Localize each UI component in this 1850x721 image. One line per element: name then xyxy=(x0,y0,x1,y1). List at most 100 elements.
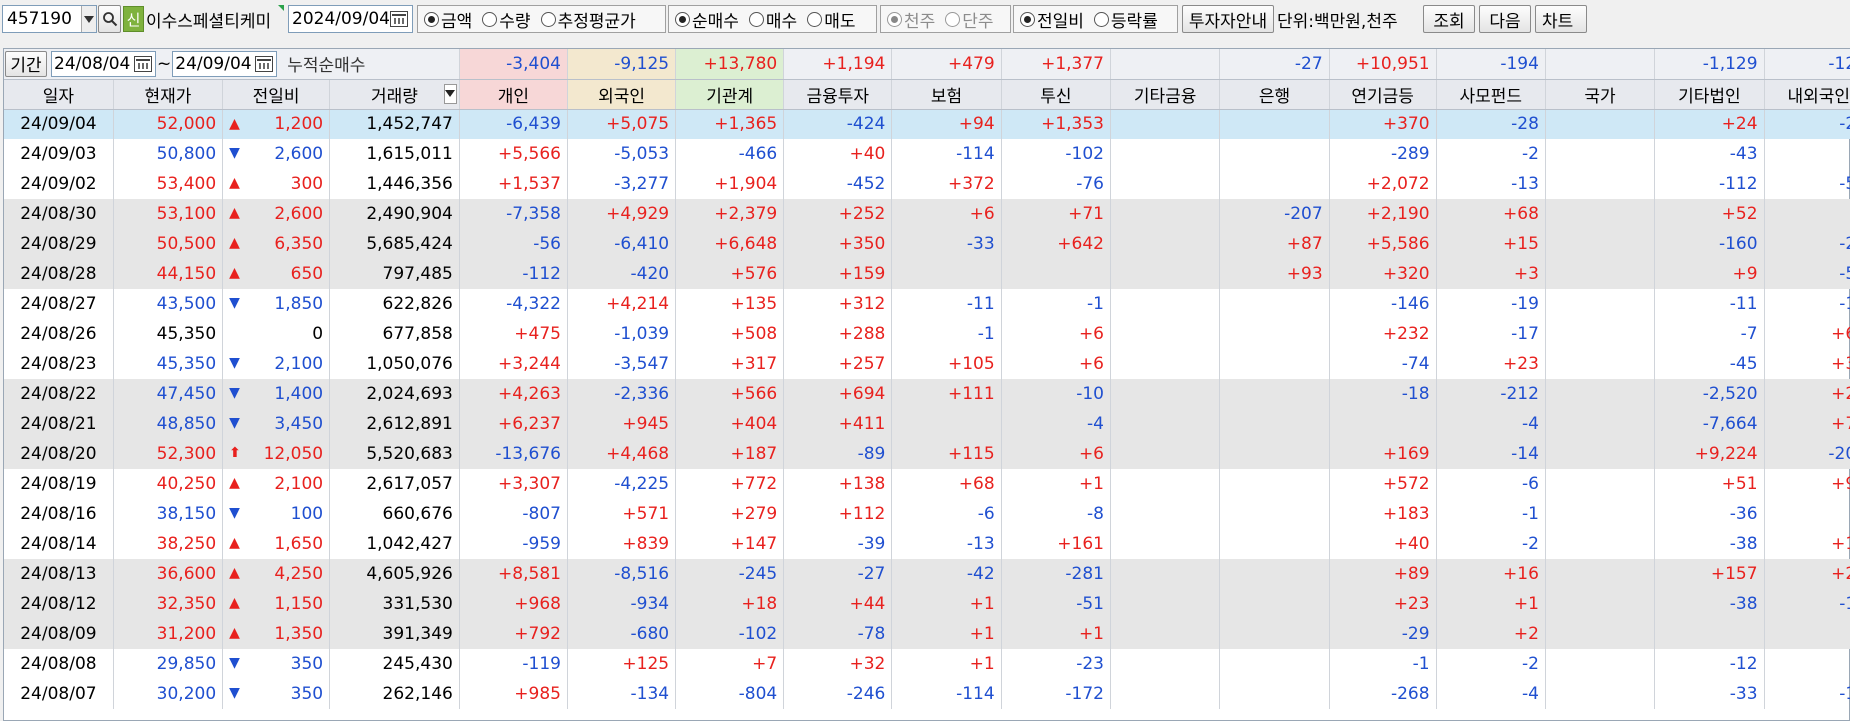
table-row[interactable]: 24/08/14 38,250 ▲ 1,650 1,042,427 -959 +839 +14… xyxy=(4,529,1850,559)
investor-value-cell xyxy=(891,259,1002,289)
code-dropdown-icon[interactable] xyxy=(81,6,96,32)
period-to-input[interactable]: 24/09/04 xyxy=(172,50,278,77)
column-header[interactable]: 외국인 xyxy=(567,78,677,110)
table-row[interactable]: 24/08/21 48,850 ▼ 3,450 2,612,891 +6,237 +945 +… xyxy=(4,409,1850,439)
radio-prev-diff[interactable]: 전일비 xyxy=(1020,7,1084,32)
table-row[interactable]: 24/09/04 52,000 ▲ 1,200 1,452,747 -6,439 +5,07… xyxy=(4,109,1850,139)
investor-value-cell: +6 xyxy=(891,199,1002,229)
radio-estimated-avg[interactable]: 추정평균가 xyxy=(540,7,636,32)
investor-guide-button[interactable]: 투자자안내 xyxy=(1182,5,1274,33)
investor-value-cell xyxy=(1219,379,1330,409)
radio-label: 단주 xyxy=(962,11,994,32)
next-button[interactable]: 다음 xyxy=(1479,5,1531,33)
table-row[interactable]: 24/09/02 53,400 ▲ 300 1,446,356 +1,537 -3,277 +… xyxy=(4,169,1850,199)
investor-value-cell xyxy=(1110,499,1221,529)
radio-change-rate[interactable]: 등락률 xyxy=(1093,7,1158,32)
column-header[interactable]: 기타금융 xyxy=(1110,78,1221,110)
table-row[interactable]: 24/08/16 38,150 ▼ 100 660,676 -807 +571 +279 +11… xyxy=(4,499,1850,529)
column-header[interactable]: 현재가 xyxy=(113,78,224,110)
column-header[interactable]: 은행 xyxy=(1219,78,1330,110)
investor-value-cell: -424 xyxy=(783,109,893,139)
change-cell: ▲ 1,200 xyxy=(222,109,331,139)
volume-cell: 2,024,693 xyxy=(329,379,460,409)
calendar-icon[interactable] xyxy=(255,55,274,72)
radio-quantity[interactable]: 수량 xyxy=(482,7,531,32)
calendar-icon[interactable] xyxy=(134,55,152,72)
table-row[interactable]: 24/08/30 53,100 ▲ 2,600 2,490,904 -7,358 +4,92… xyxy=(4,199,1850,229)
column-header[interactable]: 연기금등 xyxy=(1329,78,1437,110)
investor-value-cell xyxy=(1219,409,1330,439)
table-row[interactable]: 24/08/27 43,500 ▼ 1,850 622,826 -4,322 +4,214 +… xyxy=(4,289,1850,319)
volume-dropdown-icon[interactable] xyxy=(443,83,457,104)
column-header[interactable]: 일자 xyxy=(4,78,114,110)
calendar-icon[interactable] xyxy=(390,11,408,27)
column-header[interactable]: 전일비 xyxy=(222,78,331,110)
column-header-label: 내외국인 xyxy=(1787,86,1850,107)
table-row[interactable]: 24/08/20 52,300 ⬆ 12,050 5,520,683 -13,676 +4,… xyxy=(4,439,1850,469)
radio-label: 순매수 xyxy=(692,11,739,32)
table-row[interactable]: 24/08/22 47,450 ▼ 1,400 2,024,693 +4,263 -2,33… xyxy=(4,379,1850,409)
column-header[interactable]: 사모펀드 xyxy=(1436,78,1546,110)
investor-value-cell: +9,224 xyxy=(1654,439,1765,469)
investor-value-cell: -172 xyxy=(1001,679,1112,709)
investor-value-cell: +94 xyxy=(1764,469,1850,499)
radio-net-buy[interactable]: 순매수 xyxy=(675,7,739,32)
column-header[interactable]: 거래량 xyxy=(329,78,460,110)
investor-value-cell: +187 xyxy=(675,439,785,469)
investor-value-cell: +157 xyxy=(1654,559,1765,589)
radio-thousand-shares[interactable]: 천주 xyxy=(887,7,935,32)
column-header[interactable]: 내외국인 xyxy=(1764,78,1850,110)
column-header[interactable]: 보험 xyxy=(891,78,1002,110)
radio-single-shares[interactable]: 단주 xyxy=(945,7,994,32)
stock-code-input[interactable]: 457190 xyxy=(2,5,97,33)
investor-value-cell: +169 xyxy=(1329,439,1437,469)
change-value: 12,050 xyxy=(263,444,324,464)
date-cell: 24/08/16 xyxy=(4,499,114,529)
investor-value-cell: -112 xyxy=(1654,169,1765,199)
investor-value-cell: -959 xyxy=(459,529,568,559)
table-row[interactable]: 24/08/28 44,150 ▲ 650 797,485 -112 -420 +576 +15… xyxy=(4,259,1850,289)
triangle-down-icon: ▼ xyxy=(229,655,240,671)
cumulative-cell xyxy=(1110,49,1221,80)
table-row[interactable]: 24/08/13 36,600 ▲ 4,250 4,605,926 +8,581 -8,51… xyxy=(4,559,1850,589)
investor-value-cell: -45 xyxy=(1654,349,1765,379)
investor-value-cell: -28 xyxy=(1436,109,1546,139)
table-row[interactable]: 24/08/07 30,200 ▼ 350 262,146 +985 -134 -804 -24… xyxy=(4,679,1850,709)
radio-label: 천주 xyxy=(904,11,936,32)
column-header[interactable]: 금융투자 xyxy=(783,78,893,110)
triangle-down-icon: ▼ xyxy=(229,355,240,371)
column-header[interactable]: 기타법인 xyxy=(1654,78,1765,110)
investor-value-cell: +792 xyxy=(459,619,568,649)
investor-value-cell: -33 xyxy=(891,229,1002,259)
investor-value-cell: -7,664 xyxy=(1654,409,1765,439)
search-icon[interactable] xyxy=(98,5,121,33)
column-header[interactable]: 투신 xyxy=(1001,78,1112,110)
triangle-up-icon: ▲ xyxy=(229,115,240,132)
period-from-input[interactable]: 24/08/04 xyxy=(51,50,156,77)
investor-value-cell: +111 xyxy=(891,379,1002,409)
volume-cell: 245,430 xyxy=(329,649,460,679)
chart-button[interactable]: 차트 xyxy=(1535,5,1587,33)
investor-value-cell: +125 xyxy=(567,649,677,679)
radio-buy[interactable]: 매수 xyxy=(748,7,797,32)
query-button[interactable]: 조회 xyxy=(1423,5,1475,33)
investor-value-cell: +18 xyxy=(675,589,785,619)
table-row[interactable]: 24/09/03 50,800 ▼ 2,600 1,615,011 +5,566 -5,05… xyxy=(4,139,1850,169)
radio-sell[interactable]: 매도 xyxy=(807,7,855,32)
column-header[interactable]: 기관계 xyxy=(675,78,785,110)
date-input[interactable]: 2024/09/04 xyxy=(288,5,413,33)
table-row[interactable]: 24/08/12 32,350 ▲ 1,150 331,530 +968 -934 +18 +4… xyxy=(4,589,1850,619)
table-row[interactable]: 24/08/08 29,850 ▼ 350 245,430 -119 +125 +7 +32 +1… xyxy=(4,649,1850,679)
table-row[interactable]: 24/08/23 45,350 ▼ 2,100 1,050,076 +3,244 -3,54… xyxy=(4,349,1850,379)
date-cell: 24/08/14 xyxy=(4,529,114,559)
column-header[interactable]: 개인 xyxy=(459,78,568,110)
table-row[interactable]: 24/08/26 45,350 0 677,858 +475 -1,039 +508 +288… xyxy=(4,319,1850,349)
table-row[interactable]: 24/08/19 40,250 ▲ 2,100 2,617,057 +3,307 -4,22… xyxy=(4,469,1850,499)
investor-value-cell xyxy=(1219,289,1330,319)
investor-value-cell: -289 xyxy=(1329,139,1437,169)
investor-value-cell: -6,410 xyxy=(567,229,677,259)
column-header[interactable]: 국가 xyxy=(1545,78,1656,110)
table-row[interactable]: 24/08/29 50,500 ▲ 6,350 5,685,424 -56 -6,410 +6… xyxy=(4,229,1850,259)
radio-amount[interactable]: 금액 xyxy=(424,7,472,32)
table-row[interactable]: 24/08/09 31,200 ▲ 1,350 391,349 +792 -680 -102-… xyxy=(4,619,1850,649)
